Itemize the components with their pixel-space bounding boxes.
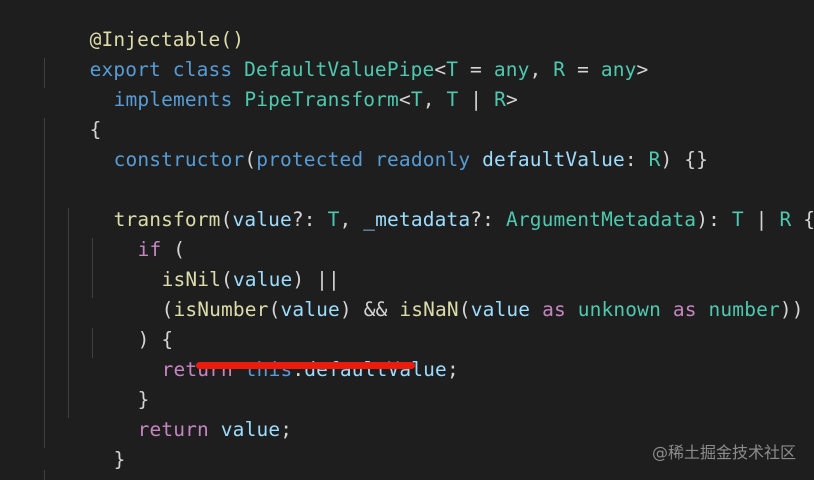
code-line: } xyxy=(113,448,126,471)
code-line: isNil(value) || xyxy=(161,268,340,291)
code-line: ) { xyxy=(137,328,174,351)
code-line: } xyxy=(42,445,102,480)
keyword-token: as xyxy=(542,298,566,321)
keyword-token: return xyxy=(137,418,209,441)
modifier-token: readonly xyxy=(375,148,471,171)
code-line: constructor(protected readonly defaultVa… xyxy=(113,148,709,171)
function-call-token: isNumber xyxy=(173,298,269,321)
code-line: implements PipeTransform<T, T | R> xyxy=(113,88,518,111)
code-line: if ( xyxy=(137,238,186,261)
parameter-token: value xyxy=(232,208,292,231)
type-token: any xyxy=(600,58,637,81)
code-line: @Injectable() xyxy=(42,0,244,51)
highlight-underline xyxy=(196,362,415,369)
code-line: } xyxy=(137,388,150,411)
interface-token: PipeTransform xyxy=(244,88,399,111)
parameter-token: _metadata xyxy=(363,208,471,231)
modifier-token: protected xyxy=(256,148,364,171)
code-line: transform(value?: T, _metadata?: Argumen… xyxy=(113,208,814,231)
code-line: return this.defaultValue; xyxy=(161,358,459,381)
function-call-token: isNaN xyxy=(399,298,459,321)
code-editor[interactable]: @Injectable() export class DefaultValueP… xyxy=(0,0,814,480)
type-param-token: R xyxy=(553,58,566,81)
keyword-token: implements xyxy=(113,88,233,111)
code-line: export class DefaultValuePipe<T = any, R… xyxy=(89,58,649,81)
code-line: (isNumber(value) && isNaN(value as unkno… xyxy=(161,298,804,321)
watermark-text: @稀土掘金技术社区 xyxy=(651,443,796,462)
code-line: { xyxy=(42,85,102,141)
parameter-token: defaultValue xyxy=(482,148,625,171)
code-line: return value; xyxy=(137,418,293,441)
keyword-token: as xyxy=(672,298,697,321)
constructor-token: constructor xyxy=(113,148,245,171)
type-token: ArgumentMetadata xyxy=(505,208,697,231)
